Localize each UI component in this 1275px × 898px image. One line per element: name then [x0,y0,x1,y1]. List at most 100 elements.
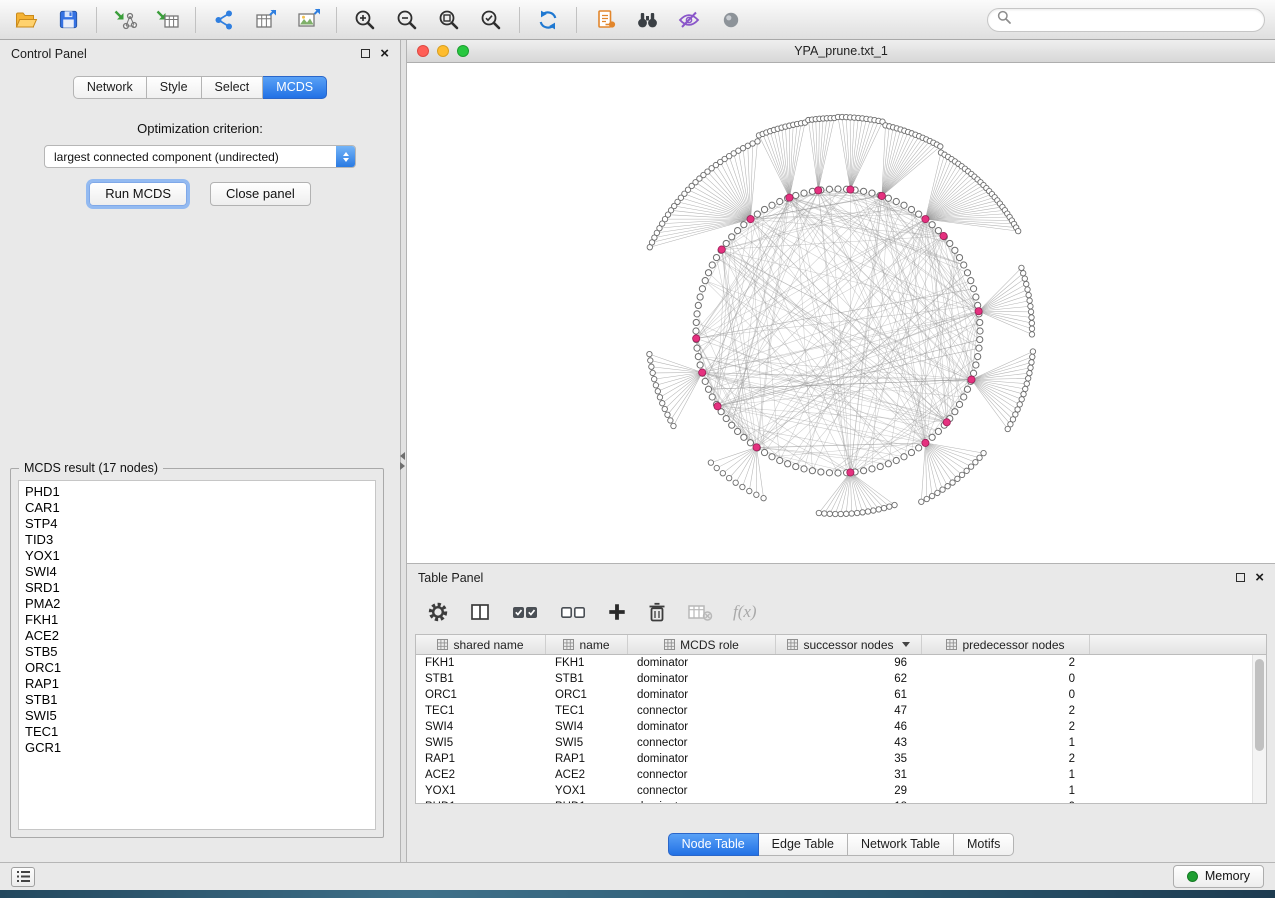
table-cell[interactable]: dominator [628,657,776,669]
list-item[interactable]: RAP1 [19,676,375,692]
column-header-successor-nodes[interactable]: successor nodes [776,635,922,654]
network-canvas[interactable] [407,63,1275,563]
table-cell[interactable]: 0 [922,673,1090,685]
window-close-icon[interactable] [417,45,429,57]
table-cell[interactable]: SWI4 [416,721,546,733]
zoom-in-icon[interactable] [351,6,379,34]
table-cell[interactable]: ACE2 [416,769,546,781]
table-cell[interactable]: dominator [628,801,776,803]
column-header-predecessor-nodes[interactable]: predecessor nodes [922,635,1090,654]
table-cell[interactable]: 2 [922,721,1090,733]
search-binoculars-icon[interactable] [633,6,661,34]
table-cell[interactable]: dominator [628,721,776,733]
table-cell[interactable]: 29 [776,785,922,797]
list-item[interactable]: CAR1 [19,500,375,516]
list-item[interactable]: STB1 [19,692,375,708]
tab-motifs[interactable]: Motifs [954,833,1014,856]
table-row[interactable]: SWI4SWI4dominator462 [416,719,1266,735]
tab-network-table[interactable]: Network Table [848,833,954,856]
criterion-select[interactable]: largest connected component (undirected) [44,145,356,168]
import-network-from-file-icon[interactable] [111,6,139,34]
share-document-icon[interactable] [591,6,619,34]
export-network-icon[interactable] [210,6,238,34]
table-cell[interactable]: STB1 [546,673,628,685]
table-cell[interactable]: RAP1 [546,753,628,765]
splitter-collapse-icons[interactable] [400,452,405,470]
window-minimize-icon[interactable] [437,45,449,57]
table-row[interactable]: RAP1RAP1dominator352 [416,751,1266,767]
table-cell[interactable]: 96 [776,657,922,669]
table-cell[interactable]: 61 [776,689,922,701]
table-cell[interactable]: 18 [776,801,922,803]
table-cell[interactable]: 2 [922,705,1090,717]
table-cell[interactable]: SWI5 [546,737,628,749]
zoom-selected-icon[interactable] [477,6,505,34]
table-cell[interactable]: YOX1 [546,785,628,797]
tab-select[interactable]: Select [202,76,264,99]
delete-column-icon[interactable] [647,601,667,623]
list-item[interactable]: PHD1 [19,484,375,500]
list-item[interactable]: STB5 [19,644,375,660]
table-cell[interactable]: STB1 [416,673,546,685]
table-cell[interactable]: dominator [628,753,776,765]
close-panel-icon[interactable]: × [380,46,389,61]
table-cell[interactable]: 2 [922,753,1090,765]
export-image-icon[interactable] [294,6,322,34]
table-cell[interactable]: connector [628,737,776,749]
scrollbar-thumb[interactable] [1255,659,1264,751]
show-glyphs-icon[interactable] [717,6,745,34]
table-scrollbar[interactable] [1252,655,1266,803]
import-table-from-file-icon[interactable] [153,6,181,34]
zoom-fit-icon[interactable] [435,6,463,34]
table-cell[interactable]: 1 [922,785,1090,797]
tab-network[interactable]: Network [73,76,147,99]
column-header-name[interactable]: name [546,635,628,654]
table-cell[interactable]: SWI4 [546,721,628,733]
table-cell[interactable]: FKH1 [416,657,546,669]
zoom-out-icon[interactable] [393,6,421,34]
table-cell[interactable]: 0 [922,689,1090,701]
float-panel-icon[interactable] [1236,573,1245,582]
table-cell[interactable]: TEC1 [546,705,628,717]
tab-node-table[interactable]: Node Table [668,833,759,856]
table-cell[interactable]: connector [628,785,776,797]
table-row[interactable]: STB1STB1dominator620 [416,671,1266,687]
table-row[interactable]: ACE2ACE2connector311 [416,767,1266,783]
memory-button[interactable]: Memory [1173,865,1264,888]
table-row[interactable]: YOX1YOX1connector291 [416,783,1266,799]
table-cell[interactable]: PHD1 [546,801,628,803]
table-cell[interactable]: ORC1 [546,689,628,701]
window-maximize-icon[interactable] [457,45,469,57]
table-cell[interactable]: dominator [628,673,776,685]
table-row[interactable]: ORC1ORC1dominator610 [416,687,1266,703]
search-input[interactable] [1017,13,1255,27]
list-item[interactable]: TEC1 [19,724,375,740]
table-cell[interactable]: 1 [922,737,1090,749]
table-cell[interactable]: 35 [776,753,922,765]
list-item[interactable]: STP4 [19,516,375,532]
table-row[interactable]: TEC1TEC1connector472 [416,703,1266,719]
table-row[interactable]: SWI5SWI5connector431 [416,735,1266,751]
table-cell[interactable]: SWI5 [416,737,546,749]
export-table-icon[interactable] [252,6,280,34]
deselect-all-icon[interactable] [559,601,587,623]
table-settings-gear-icon[interactable] [427,601,449,623]
hide-glyphs-icon[interactable] [675,6,703,34]
table-cell[interactable]: 46 [776,721,922,733]
list-item[interactable]: SRD1 [19,580,375,596]
table-cell[interactable]: ORC1 [416,689,546,701]
add-column-icon[interactable] [607,602,627,622]
table-cell[interactable]: 2 [922,657,1090,669]
tab-mcds[interactable]: MCDS [263,76,327,99]
list-item[interactable]: ORC1 [19,660,375,676]
show-columns-icon[interactable] [469,601,491,623]
table-cell[interactable]: RAP1 [416,753,546,765]
table-row[interactable]: PHD1PHD1dominator180 [416,799,1266,803]
table-cell[interactable]: YOX1 [416,785,546,797]
table-cell[interactable]: 0 [922,801,1090,803]
table-cell[interactable]: TEC1 [416,705,546,717]
table-cell[interactable]: connector [628,705,776,717]
save-session-icon[interactable] [54,6,82,34]
table-cell[interactable]: PHD1 [416,801,546,803]
list-item[interactable]: SWI5 [19,708,375,724]
